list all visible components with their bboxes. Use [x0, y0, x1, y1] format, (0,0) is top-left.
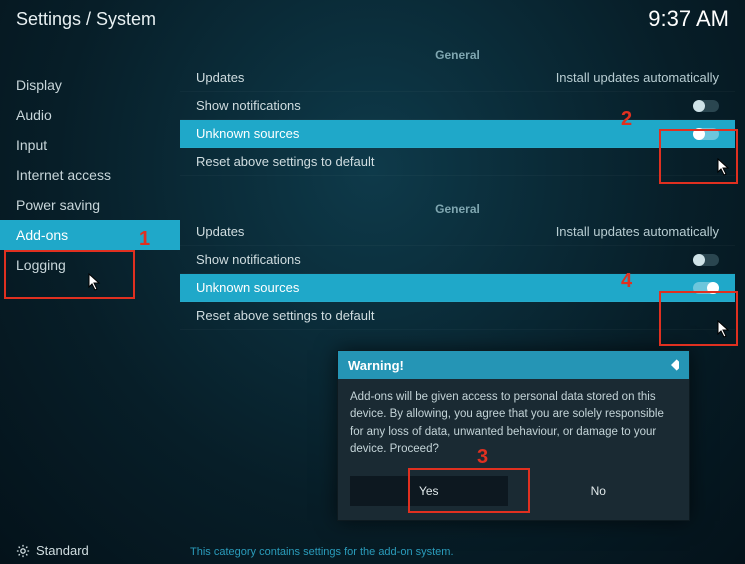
- toggle-show-notifications-2[interactable]: [693, 254, 719, 266]
- toggle-knob: [693, 100, 705, 112]
- sidebar-item-logging[interactable]: Logging: [0, 250, 180, 280]
- sidebar-item-label: Audio: [16, 107, 52, 123]
- row-show-notifications-2[interactable]: Show notifications: [180, 246, 735, 274]
- row-label: Updates: [196, 224, 244, 239]
- sidebar: Display Audio Input Internet access Powe…: [0, 42, 180, 542]
- sidebar-item-display[interactable]: Display: [0, 70, 180, 100]
- row-label: Unknown sources: [196, 280, 299, 295]
- dialog-title: Warning!: [348, 358, 404, 373]
- row-label: Show notifications: [196, 252, 301, 267]
- toggle-knob: [693, 128, 705, 140]
- no-button[interactable]: No: [520, 476, 678, 506]
- kodi-logo-icon: [663, 357, 679, 373]
- dialog-body: Add-ons will be given access to personal…: [338, 379, 689, 468]
- row-label: Show notifications: [196, 98, 301, 113]
- sidebar-item-label: Logging: [16, 257, 66, 273]
- section-header-general-1: General: [180, 42, 735, 64]
- footer-hint: This category contains settings for the …: [190, 546, 454, 558]
- row-unknown-sources-2[interactable]: Unknown sources: [180, 274, 735, 302]
- row-label: Updates: [196, 70, 244, 85]
- settings-level-label: Standard: [36, 543, 89, 558]
- breadcrumb: Settings / System: [16, 9, 156, 30]
- sidebar-item-input[interactable]: Input: [0, 130, 180, 160]
- dialog-header: Warning!: [338, 351, 689, 379]
- sidebar-item-power-saving[interactable]: Power saving: [0, 190, 180, 220]
- row-updates-2[interactable]: Updates Install updates automatically: [180, 218, 735, 246]
- row-reset-2[interactable]: Reset above settings to default: [180, 302, 735, 330]
- toggle-show-notifications-1[interactable]: [693, 100, 719, 112]
- toggle-unknown-sources-2[interactable]: [693, 282, 719, 294]
- toggle-knob: [707, 282, 719, 294]
- sidebar-item-add-ons[interactable]: Add-ons: [0, 220, 180, 250]
- gear-icon: [16, 544, 30, 558]
- header: Settings / System 9:37 AM: [0, 0, 745, 42]
- row-label: Reset above settings to default: [196, 154, 375, 169]
- sidebar-item-label: Input: [16, 137, 47, 153]
- row-label: Unknown sources: [196, 126, 299, 141]
- sidebar-item-label: Display: [16, 77, 62, 93]
- row-unknown-sources-1[interactable]: Unknown sources: [180, 120, 735, 148]
- sidebar-item-label: Add-ons: [16, 227, 68, 243]
- row-label: Reset above settings to default: [196, 308, 375, 323]
- row-updates-1[interactable]: Updates Install updates automatically: [180, 64, 735, 92]
- sidebar-item-internet-access[interactable]: Internet access: [0, 160, 180, 190]
- sidebar-item-label: Power saving: [16, 197, 100, 213]
- yes-button[interactable]: Yes: [350, 476, 508, 506]
- section-header-general-2: General: [180, 196, 735, 218]
- toggle-knob: [693, 254, 705, 266]
- settings-level[interactable]: Standard: [16, 543, 89, 558]
- row-value: Install updates automatically: [556, 224, 719, 239]
- row-reset-1[interactable]: Reset above settings to default: [180, 148, 735, 176]
- row-value: Install updates automatically: [556, 70, 719, 85]
- row-show-notifications-1[interactable]: Show notifications: [180, 92, 735, 120]
- dialog-buttons: Yes No: [338, 468, 689, 520]
- sidebar-item-audio[interactable]: Audio: [0, 100, 180, 130]
- warning-dialog: Warning! Add-ons will be given access to…: [337, 350, 690, 521]
- sidebar-item-label: Internet access: [16, 167, 111, 183]
- clock: 9:37 AM: [648, 6, 729, 32]
- toggle-unknown-sources-1[interactable]: [693, 128, 719, 140]
